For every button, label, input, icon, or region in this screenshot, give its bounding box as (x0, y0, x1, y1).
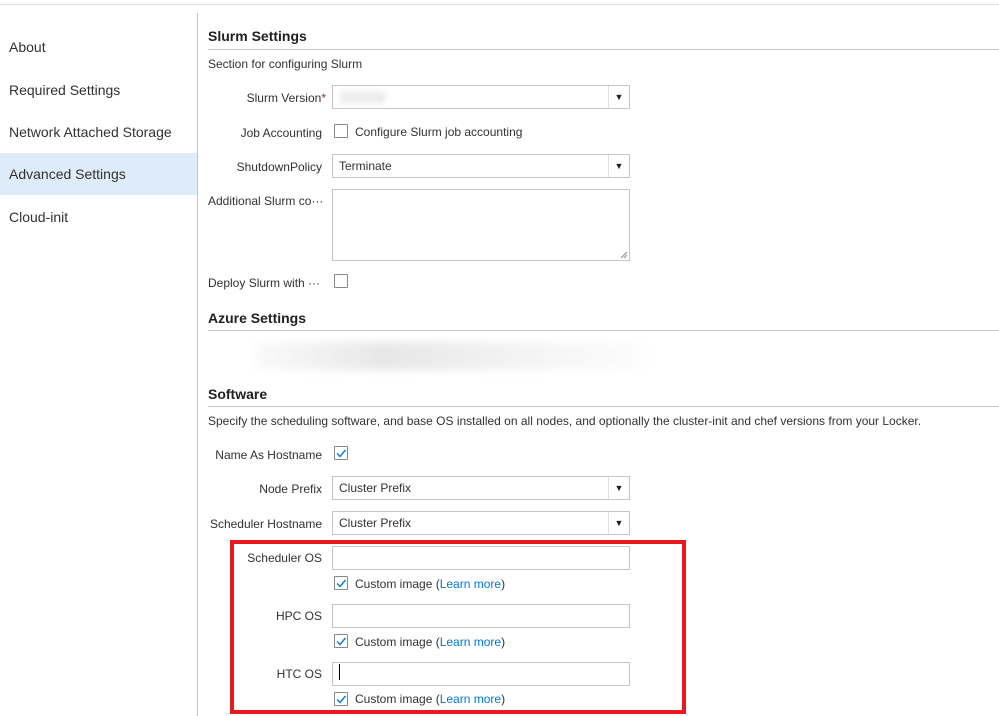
shutdown-policy-label: ShutdownPolicy (236, 160, 322, 174)
hpc-os-input[interactable] (332, 604, 630, 628)
name-as-hostname-label: Name As Hostname (215, 448, 322, 462)
node-prefix-label: Node Prefix (259, 482, 322, 496)
chevron-down-icon: ▼ (608, 155, 629, 177)
azure-settings-blurred-content (255, 342, 645, 370)
scheduler-os-custom-image-checkbox[interactable] (334, 576, 348, 590)
scheduler-hostname-value: Cluster Prefix (339, 516, 412, 530)
additional-slurm-config-label: Additional Slurm co··· (208, 194, 323, 208)
hpc-os-label: HPC OS (275, 609, 322, 623)
checkmark-icon (336, 637, 347, 646)
close-paren: ) (501, 577, 506, 591)
htc-os-custom-image-checkbox[interactable] (334, 692, 348, 706)
sidebar: About Required Settings Network Attached… (0, 5, 197, 716)
sidebar-item-cloud-init[interactable]: Cloud-init (0, 196, 197, 238)
htc-os-custom-image-label: Custom image (Learn more) (355, 692, 505, 706)
text-cursor (339, 664, 340, 680)
name-as-hostname-checkbox[interactable] (334, 446, 348, 460)
htc-os-label: HTC OS (276, 667, 322, 681)
node-prefix-value: Cluster Prefix (339, 481, 412, 495)
section-title-slurm: Slurm Settings (208, 28, 307, 44)
resize-handle-icon[interactable] (620, 251, 628, 259)
sidebar-item-network-attached-storage[interactable]: Network Attached Storage (0, 111, 197, 153)
slurm-version-blurred-value (340, 91, 385, 103)
checkmark-icon (336, 579, 347, 588)
close-paren: ) (501, 692, 506, 706)
slurm-version-label: Slurm Version* (211, 91, 326, 105)
learn-more-link[interactable]: Learn more (440, 577, 501, 591)
shutdown-policy-value: Terminate (339, 159, 392, 173)
scheduler-hostname-label: Scheduler Hostname (209, 517, 322, 531)
checkmark-icon (336, 695, 347, 704)
sidebar-item-advanced-settings[interactable]: Advanced Settings (0, 153, 197, 195)
slurm-description: Section for configuring Slurm (208, 57, 363, 71)
deploy-slurm-checkbox[interactable] (334, 274, 348, 288)
deploy-slurm-label: Deploy Slurm with ··· (208, 276, 321, 290)
section-rule (208, 406, 999, 407)
custom-image-text: Custom image ( (355, 635, 440, 649)
scheduler-os-custom-image-label: Custom image (Learn more) (355, 577, 505, 591)
close-paren: ) (501, 635, 506, 649)
required-marker: * (321, 91, 326, 105)
additional-slurm-config-textarea[interactable] (332, 189, 630, 261)
sidebar-item-about[interactable]: About (0, 26, 197, 68)
section-title-azure: Azure Settings (208, 310, 307, 326)
sidebar-item-required-settings[interactable]: Required Settings (0, 69, 197, 111)
hpc-os-custom-image-label: Custom image (Learn more) (355, 635, 505, 649)
software-description: Specify the scheduling software, and bas… (208, 414, 922, 428)
section-rule (208, 49, 999, 50)
job-accounting-checkbox[interactable] (334, 124, 348, 138)
node-prefix-select[interactable]: Cluster Prefix ▼ (332, 476, 630, 500)
section-rule (208, 330, 999, 331)
hpc-os-custom-image-checkbox[interactable] (334, 634, 348, 648)
learn-more-link[interactable]: Learn more (440, 635, 501, 649)
sidebar-divider (197, 13, 198, 716)
job-accounting-label: Job Accounting (240, 126, 322, 140)
scheduler-os-label: Scheduler OS (247, 551, 322, 565)
chevron-down-icon: ▼ (608, 477, 629, 499)
section-title-software: Software (208, 386, 268, 402)
shutdown-policy-select[interactable]: Terminate ▼ (332, 154, 630, 178)
job-accounting-checkbox-label: Configure Slurm job accounting (355, 125, 523, 139)
learn-more-link[interactable]: Learn more (440, 692, 501, 706)
chevron-down-icon: ▼ (608, 86, 629, 108)
chevron-down-icon: ▼ (608, 512, 629, 534)
checkmark-icon (336, 449, 347, 458)
custom-image-text: Custom image ( (355, 692, 440, 706)
custom-image-text: Custom image ( (355, 577, 440, 591)
htc-os-input[interactable] (332, 662, 630, 686)
scheduler-os-input[interactable] (332, 546, 630, 570)
scheduler-hostname-select[interactable]: Cluster Prefix ▼ (332, 511, 630, 535)
slurm-version-label-text: Slurm Version (246, 91, 322, 105)
